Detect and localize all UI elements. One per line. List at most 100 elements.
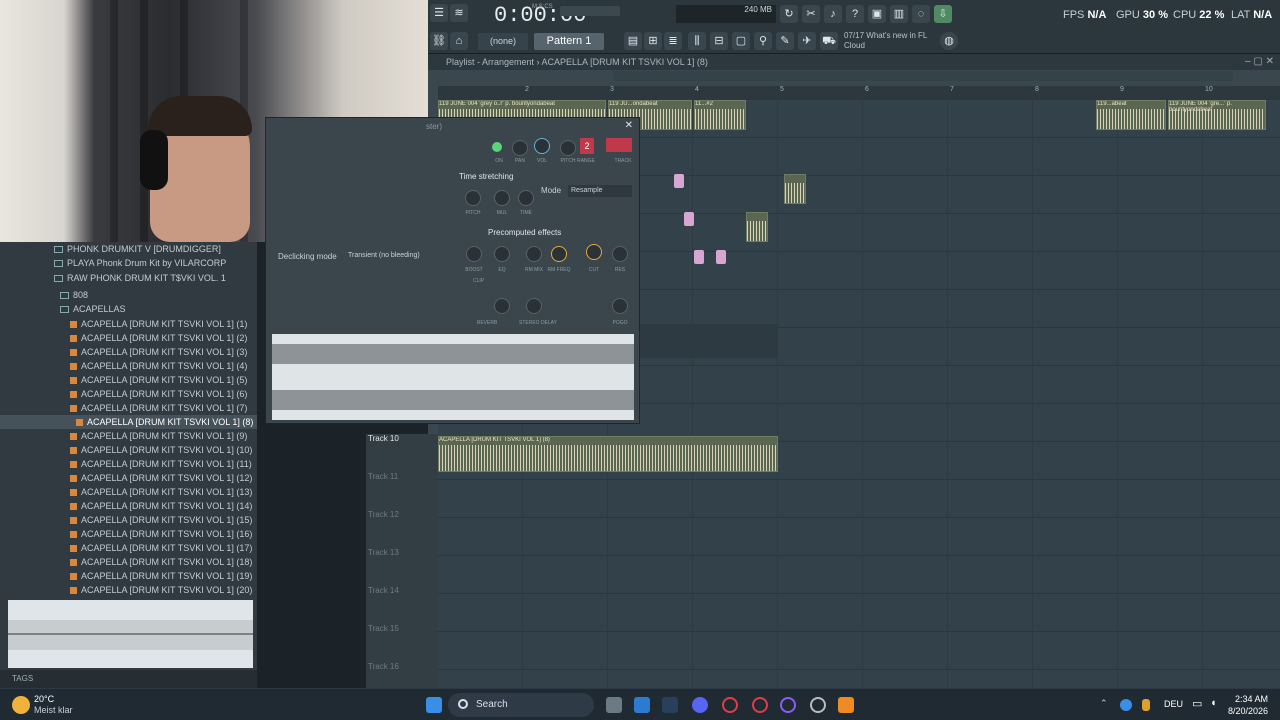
browser-file[interactable]: ACAPELLA [DRUM KIT TSVKI VOL 1] (12) [0,471,257,485]
browser-file[interactable]: ACAPELLA [DRUM KIT TSVKI VOL 1] (6) [0,387,257,401]
browser-folder[interactable]: PLAYA Phonk Drum Kit by VILARCORP [0,256,257,270]
browser-file[interactable]: ACAPELLA [DRUM KIT TSVKI VOL 1] (2) [0,331,257,345]
clip-toggle[interactable]: CLIP [473,278,484,284]
browser-file[interactable]: ACAPELLA [DRUM KIT TSVKI VOL 1] (9) [0,429,257,443]
mixer-icon[interactable]: ▥ [890,5,908,23]
window-controls[interactable]: – ▢ ✕ [1245,56,1274,67]
track-button[interactable] [606,138,632,152]
search-box[interactable]: Search [448,693,594,717]
channel-rack-icon[interactable]: ≣ [664,32,682,50]
tags-bar[interactable]: TAGS [0,670,257,688]
track-label[interactable]: Track 16 [368,662,399,671]
reverb-knob[interactable] [494,298,510,314]
weather-icon[interactable] [12,696,30,714]
browser-folder[interactable]: RAW PHONK DRUM KIT T$VKI VOL. 1 [0,271,257,285]
browser-file[interactable]: ACAPELLA [DRUM KIT TSVKI VOL 1] (20) [0,583,257,597]
start-icon[interactable] [426,697,442,713]
stamp-icon[interactable]: ⌂ [450,32,468,50]
none-select[interactable]: (none) [478,33,528,50]
link-icon[interactable]: ⛓ [430,32,448,50]
declicking-select[interactable]: Transient (no bleeding) [348,250,444,262]
rm-freq-knob[interactable] [551,246,567,262]
audio-clip[interactable] [784,174,806,204]
track-label[interactable]: Track 15 [368,624,399,633]
pattern-clip[interactable] [684,212,694,226]
plugin-icon[interactable]: ▢ [732,32,750,50]
wave-icon[interactable]: ≋ [450,4,468,22]
browser-icon[interactable]: ⊟ [710,32,728,50]
cut-icon[interactable]: ✂ [802,5,820,23]
refresh-icon[interactable]: ↻ [780,5,798,23]
brush-icon[interactable]: ✎ [776,32,794,50]
app-icon[interactable] [780,697,796,713]
mode-select[interactable]: Resample [568,185,632,197]
eq-knob[interactable] [494,246,510,262]
preview-waveform[interactable] [8,600,253,668]
mic-icon[interactable]: ♪ [824,5,842,23]
steam-icon[interactable] [662,697,678,713]
timeline-ruler[interactable]: 2 3 4 5 6 7 8 9 10 [438,86,1280,100]
tray-chevron-icon[interactable]: ⌃ [1100,698,1108,709]
download-icon[interactable]: ⇩ [934,5,952,23]
delay-knob[interactable] [526,298,542,314]
bird-icon[interactable]: ✈ [798,32,816,50]
pan-knob[interactable] [512,140,528,156]
browser-file[interactable]: ACAPELLA [DRUM KIT TSVKI VOL 1] (17) [0,541,257,555]
playlist-scrollbar[interactable] [613,71,1233,81]
language-indicator[interactable]: DEU [1164,699,1183,709]
browser-file[interactable]: ACAPELLA [DRUM KIT TSVKI VOL 1] (11) [0,457,257,471]
empty-pattern-block[interactable] [638,324,778,358]
chat-icon[interactable]: ◌ [912,5,930,23]
news-panel[interactable]: 07/17 What's new in FL Cloud [844,31,927,51]
rm-mix-knob[interactable] [526,246,542,262]
playlist-icon[interactable]: ▤ [624,32,642,50]
opera-gx-icon[interactable] [752,697,768,713]
browser-file[interactable]: ACAPELLA [DRUM KIT TSVKI VOL 1] (16) [0,527,257,541]
browser-file[interactable]: ACAPELLA [DRUM KIT TSVKI VOL 1] (1) [0,317,257,331]
ts-mul-knob[interactable] [494,190,510,206]
plug-icon[interactable]: ⚲ [754,32,772,50]
tray-icon[interactable] [1120,699,1132,711]
cut-knob[interactable] [586,244,602,260]
cart-icon[interactable]: ⛟ [820,32,838,50]
piano-roll-icon[interactable]: ⊞ [644,32,662,50]
audio-clip[interactable]: 11...#2 [694,100,746,130]
browser-file-selected[interactable]: ACAPELLA [DRUM KIT TSVKI VOL 1] (8) [0,415,257,429]
opera-icon[interactable] [722,697,738,713]
browser-file[interactable]: ACAPELLA [DRUM KIT TSVKI VOL 1] (3) [0,345,257,359]
mixer-view-icon[interactable]: ⫼ [688,32,706,50]
track-label[interactable]: Track 11 [368,472,398,481]
audio-clip[interactable] [746,212,768,242]
browser-file[interactable]: ACAPELLA [DRUM KIT TSVKI VOL 1] (13) [0,485,257,499]
track-label[interactable]: Track 14 [368,586,399,595]
browser-folder[interactable]: PHONK DRUMKIT V [DRUMDIGGER] [0,242,257,256]
close-icon[interactable]: ✕ [625,120,633,131]
pogo-knob[interactable] [612,298,628,314]
sample-waveform[interactable] [272,334,634,420]
browser-folder[interactable]: ACAPELLAS [0,302,257,316]
volume-knob[interactable] [534,138,550,154]
browser-file[interactable]: ACAPELLA [DRUM KIT TSVKI VOL 1] (15) [0,513,257,527]
browser-file[interactable]: ACAPELLA [DRUM KIT TSVKI VOL 1] (10) [0,443,257,457]
boost-knob[interactable] [466,246,482,262]
pattern-clip[interactable] [694,250,704,264]
ts-time-knob[interactable] [518,190,534,206]
pattern-clip[interactable] [716,250,726,264]
browser-file[interactable]: ACAPELLA [DRUM KIT TSVKI VOL 1] (7) [0,401,257,415]
power-icon[interactable] [492,142,502,152]
mic-tray-icon[interactable] [1142,699,1150,711]
task-view-icon[interactable] [606,697,622,713]
ts-pitch-knob[interactable] [465,190,481,206]
browser-file[interactable]: ACAPELLA [DRUM KIT TSVKI VOL 1] (4) [0,359,257,373]
pitch-knob[interactable] [560,140,576,156]
browser-file[interactable]: ACAPELLA [DRUM KIT TSVKI VOL 1] (19) [0,569,257,583]
help-icon[interactable]: ? [846,5,864,23]
discord-icon[interactable] [692,697,708,713]
pattern-select[interactable]: Pattern 1 [534,33,604,50]
browser-file[interactable]: ACAPELLA [DRUM KIT TSVKI VOL 1] (18) [0,555,257,569]
explorer-icon[interactable] [634,697,650,713]
obs-icon[interactable] [810,697,826,713]
browser-file[interactable]: ACAPELLA [DRUM KIT TSVKI VOL 1] (5) [0,373,257,387]
globe-icon[interactable]: ◍ [940,32,958,50]
master-volume-slider[interactable] [560,6,620,16]
